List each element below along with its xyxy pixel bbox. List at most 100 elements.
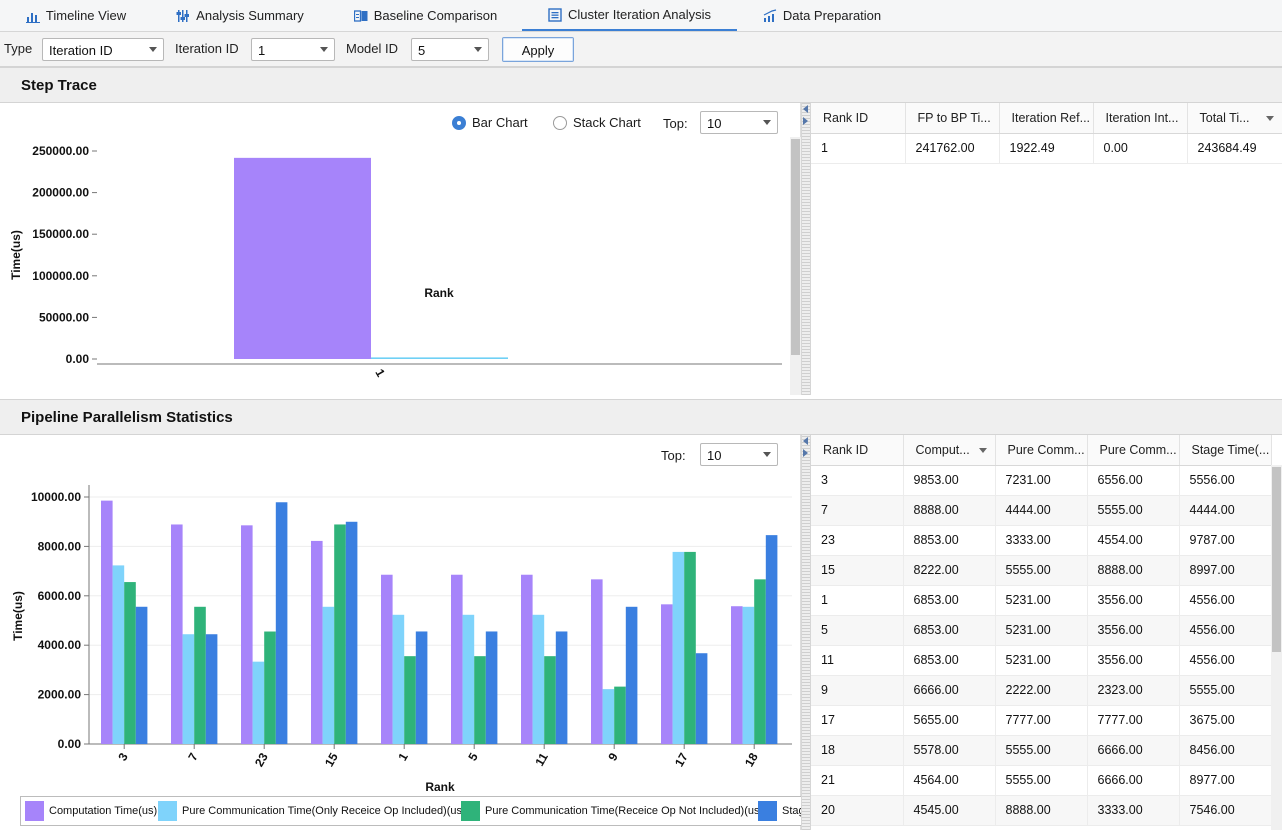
legend-item[interactable]: Pure Communication Time(Only Receice Op …	[158, 801, 466, 821]
table-row[interactable]: 15 8222.00 5555.00 8888.00 8997.00	[811, 555, 1272, 586]
tab-timeline-view[interactable]: Timeline View	[20, 0, 132, 31]
table-cell: 3333.00	[1087, 795, 1180, 826]
compare-icon	[353, 9, 368, 22]
pipeline-splitter[interactable]	[801, 435, 811, 830]
bar	[311, 540, 323, 744]
column-header-stage-time[interactable]: Stage Time(...	[1179, 435, 1272, 466]
type-select[interactable]: Iteration ID	[42, 38, 164, 61]
step-trace-title: Step Trace	[21, 77, 97, 94]
legend-item[interactable]: Computation Time(us)	[25, 801, 157, 821]
bar	[345, 521, 358, 744]
legend-item[interactable]: Pure Communication Time(Receice Op Not I…	[461, 801, 763, 821]
collapse-left-icon[interactable]	[803, 105, 808, 113]
y-tick-label: 4000.00	[38, 638, 82, 652]
legend-swatch	[461, 801, 480, 821]
table-cell: 8888.00	[995, 795, 1088, 826]
table-row[interactable]: 5 6853.00 5231.00 3556.00 4556.00	[811, 615, 1272, 646]
y-tick-label: 250000.00	[32, 144, 89, 158]
x-tick-label: 11	[532, 750, 551, 768]
table-cell: 11	[811, 645, 904, 676]
table-cell: 6666.00	[1087, 735, 1180, 766]
table-row[interactable]: 3 9853.00 7231.00 6556.00 5556.00	[811, 465, 1272, 496]
table-cell: 7777.00	[995, 705, 1088, 736]
table-cell: 7546.00	[1179, 795, 1272, 826]
column-header-iteration-refresh[interactable]: Iteration Ref...	[999, 103, 1094, 134]
column-header-pure-comm-1[interactable]: Pure Comm...	[995, 435, 1088, 466]
x-tick-label: 1	[372, 367, 388, 380]
legend-item[interactable]: Stag	[758, 801, 801, 821]
table-row[interactable]: 18 5578.00 5555.00 6666.00 8456.00	[811, 735, 1272, 766]
table-row[interactable]: 9 6666.00 2222.00 2323.00 5555.00	[811, 675, 1272, 706]
collapse-right-icon[interactable]	[803, 449, 808, 457]
column-header-computation[interactable]: Comput...	[903, 435, 996, 466]
y-tick-label: 0.00	[66, 352, 90, 366]
scrollbar-thumb[interactable]	[791, 139, 800, 355]
column-header-total-time[interactable]: Total Ti...	[1187, 103, 1282, 134]
tab-analysis-summary[interactable]: Analysis Summary	[172, 0, 308, 31]
bar-chart-icon	[25, 12, 40, 23]
legend-swatch	[758, 801, 777, 821]
table-cell: 18	[811, 735, 904, 766]
pipeline-table-scrollbar[interactable]	[1271, 465, 1282, 830]
tab-cluster-iteration-analysis[interactable]: Cluster Iteration Analysis	[522, 0, 737, 31]
table-cell: 3556.00	[1087, 645, 1180, 676]
table-row[interactable]: 1 6853.00 5231.00 3556.00 4556.00	[811, 585, 1272, 616]
table-row[interactable]: 21 4564.00 5555.00 6666.00 8977.00	[811, 765, 1272, 796]
collapse-left-icon[interactable]	[803, 437, 808, 445]
bar	[205, 634, 218, 744]
table-row[interactable]: 1 241762.00 1922.49 0.00 243684.49	[811, 133, 1282, 164]
bar	[591, 579, 603, 744]
table-cell: 8888.00	[903, 495, 996, 526]
x-tick-label: 1	[395, 750, 411, 763]
bar	[234, 157, 371, 359]
step-trace-splitter[interactable]	[801, 103, 811, 395]
collapse-right-icon[interactable]	[803, 117, 808, 125]
tab-baseline-comparison[interactable]: Baseline Comparison	[348, 0, 503, 31]
bar	[334, 524, 346, 744]
x-tick-label: 9	[605, 750, 621, 763]
model-id-select[interactable]: 5	[411, 38, 489, 61]
table-row[interactable]: 20 4545.00 8888.00 3333.00 7546.00	[811, 795, 1272, 826]
column-header-fp-to-bp[interactable]: FP to BP Ti...	[905, 103, 1000, 134]
table-row[interactable]: 11 6853.00 5231.00 3556.00 4556.00	[811, 645, 1272, 676]
bar	[135, 606, 148, 744]
model-id-label: Model ID	[346, 41, 399, 56]
bar	[521, 574, 533, 744]
table-row[interactable]: 23 8853.00 3333.00 4554.00 9787.00	[811, 525, 1272, 556]
step-trace-chart-scrollbar[interactable]	[790, 137, 801, 395]
table-cell: 3333.00	[995, 525, 1088, 556]
column-header-rank-id[interactable]: Rank ID	[811, 103, 906, 134]
bar	[625, 606, 638, 744]
column-header-iteration-interval[interactable]: Iteration Int...	[1093, 103, 1188, 134]
model-id-value: 5	[418, 43, 426, 58]
bar	[171, 524, 183, 744]
tab-label: Baseline Comparison	[373, 8, 498, 23]
iteration-id-select[interactable]: 1	[251, 38, 335, 61]
bar	[695, 653, 708, 744]
table-cell: 8888.00	[1087, 555, 1180, 586]
table-cell: 8456.00	[1179, 735, 1272, 766]
table-row[interactable]: 7 8888.00 4444.00 5555.00 4444.00	[811, 495, 1272, 526]
bar	[101, 500, 113, 744]
table-cell: 6666.00	[903, 675, 996, 706]
legend-swatch	[25, 801, 44, 821]
column-header-pure-comm-2[interactable]: Pure Comm...	[1087, 435, 1180, 466]
table-cell: 7777.00	[1087, 705, 1180, 736]
table-row[interactable]: 17 5655.00 7777.00 7777.00 3675.00	[811, 705, 1272, 736]
table-cell: 1	[811, 133, 906, 164]
column-header-rank-id[interactable]: Rank ID	[811, 435, 904, 466]
y-tick-label: 100000.00	[32, 269, 89, 283]
y-tick-label: 0.00	[58, 737, 82, 751]
bar	[602, 689, 615, 744]
scrollbar-thumb[interactable]	[1272, 467, 1281, 652]
tab-data-preparation[interactable]: Data Preparation	[757, 0, 887, 31]
table-cell: 8222.00	[903, 555, 996, 586]
y-axis-label: Time(us)	[9, 230, 23, 280]
table-cell: 15	[811, 555, 904, 586]
table-cell: 5578.00	[903, 735, 996, 766]
x-tick-label: 7	[185, 750, 201, 763]
apply-button[interactable]: Apply	[502, 37, 574, 62]
table-cell: 2222.00	[995, 675, 1088, 706]
table-cell: 6666.00	[1087, 765, 1180, 796]
table-cell: 6853.00	[903, 615, 996, 646]
